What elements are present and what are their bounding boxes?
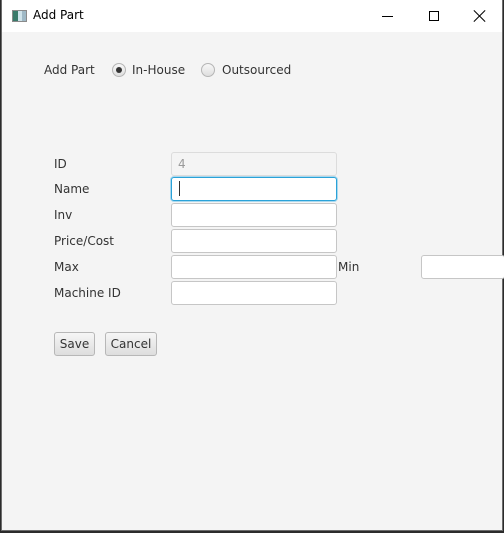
maximize-icon (429, 11, 439, 21)
machine-id-label: Machine ID (54, 286, 121, 300)
radio-outsourced-circle[interactable] (201, 63, 215, 77)
radio-in-house-circle[interactable] (112, 63, 126, 77)
radio-in-house-label[interactable]: In-House (132, 63, 185, 77)
inv-label: Inv (54, 208, 73, 222)
title-bar[interactable]: Add Part (2, 0, 502, 32)
cancel-button[interactable]: Cancel (105, 332, 157, 356)
text-caret (179, 181, 180, 196)
add-part-window: Add Part Add Part In-House Outsourced ID… (1, 0, 504, 531)
max-label: Max (54, 260, 79, 274)
minimize-button[interactable] (364, 0, 410, 32)
save-button[interactable]: Save (54, 332, 95, 356)
close-button[interactable] (457, 0, 503, 32)
id-field: 4 (171, 152, 337, 176)
price-cost-label: Price/Cost (54, 234, 114, 248)
name-label: Name (54, 182, 90, 196)
minimize-icon (381, 15, 393, 17)
inv-field[interactable] (171, 203, 337, 227)
machine-id-field[interactable] (171, 281, 337, 305)
maximize-button[interactable] (411, 0, 457, 32)
price-cost-field[interactable] (171, 229, 337, 253)
min-field[interactable] (421, 255, 504, 279)
radio-outsourced-label[interactable]: Outsourced (222, 63, 291, 77)
add-part-label: Add Part (44, 63, 95, 77)
name-field[interactable] (171, 177, 337, 201)
min-label: Min (338, 260, 360, 274)
window-title: Add Part (33, 8, 84, 22)
app-icon (12, 10, 27, 22)
close-icon (474, 10, 486, 22)
max-field[interactable] (171, 255, 337, 279)
id-label: ID (54, 157, 67, 171)
